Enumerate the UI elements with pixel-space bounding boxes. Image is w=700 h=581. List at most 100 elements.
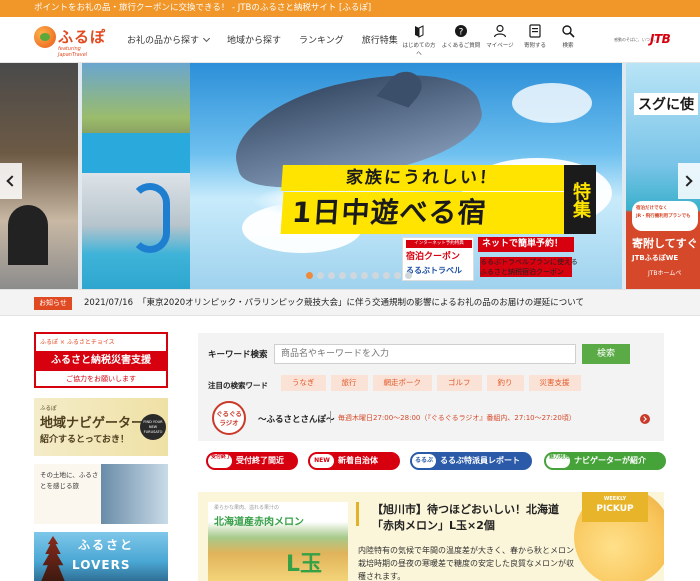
hero-slide-active[interactable]: 家族にうれしい！ 1日中遊べる宿 特集 インターネット予約特典 宿泊クーポン る…	[82, 63, 622, 289]
navigator-intro-button[interactable]: 魅力発見 ナビゲーターが紹介	[544, 452, 666, 470]
util-label: 検索	[562, 43, 574, 49]
hero-title-top: 家族にうれしい！	[281, 165, 573, 191]
radio-seal-icon: ぐるぐる ラジオ	[212, 401, 246, 435]
chevron-right-icon	[681, 175, 693, 187]
pill-tag: 魅力発見	[546, 454, 570, 468]
carousel-dot[interactable]	[372, 272, 379, 279]
nav-item-travel[interactable]: 旅行特集	[362, 33, 398, 46]
jtb-brand[interactable]: 感動のそばに、いつも。 JTB	[614, 31, 694, 49]
nav-item-label: 地域から探す	[227, 36, 282, 46]
nav-item-label: 旅行特集	[361, 36, 398, 46]
logo-subtitle: featuring JapanTravel	[58, 46, 88, 58]
util-label: はじめての方へ	[402, 43, 436, 57]
keyword-tag[interactable]: 網走ポーク	[372, 375, 432, 391]
nav-item-label: お礼の品から探す	[127, 36, 200, 46]
util-faq[interactable]: ? よくあるご質問	[439, 24, 483, 57]
rurubu-report-button[interactable]: るるぶ るるぶ特派員レポート	[410, 452, 532, 470]
site-header: ふるぽ featuring JapanTravel お礼の品から探す 地域から探…	[0, 17, 700, 63]
hero-promo: ネットで簡単予約！ るるぶトラベルプランに使える ふるさと納税宿泊クーポン	[478, 237, 616, 281]
product-title: 【旭川市】待つほどおいしい！北海道「赤肉メロン」L玉×2個	[372, 503, 559, 532]
carousel-dot[interactable]	[339, 272, 346, 279]
keyword-search-label: キーワード検索	[208, 350, 268, 360]
logo-name: ふるぽ	[58, 28, 107, 46]
news-strip: お知らせ 2021/07/16 「東京2020オリンピック・パラリンピック競技大…	[0, 289, 700, 316]
search-panel: キーワード検索 検索 注目の検索ワード うなぎ 旅行 網走ポーク ゴルフ 釣り …	[198, 333, 664, 441]
hero-title-main: 1日中遊べる宿	[280, 192, 574, 234]
radio-program-link[interactable]: ぐるぐる ラジオ 〜ふるさとさんぽ〜 毎週木曜日27:00〜28:00（『ぐるぐる…	[212, 401, 652, 435]
carousel-dot[interactable]	[361, 272, 368, 279]
util-beginner[interactable]: はじめての方へ	[400, 24, 438, 57]
question-icon: ?	[455, 25, 467, 38]
util-label: 寄附する	[523, 43, 546, 49]
nav-item-gifts[interactable]: お礼の品から探す	[127, 33, 211, 46]
hot-keyword-tags: うなぎ 旅行 網走ポーク ゴルフ 釣り 災害支援	[281, 375, 586, 391]
carousel-dot[interactable]	[350, 272, 357, 279]
pill-label: 新着自治体	[338, 456, 378, 465]
global-nav: お礼の品から探す 地域から探す ランキング 旅行特集	[127, 33, 416, 46]
promo-headline: ネットで簡単予約！	[478, 237, 574, 252]
article-banner[interactable]: その土地に、ふるさとを感じる旅	[34, 464, 168, 524]
pagoda-image	[41, 536, 65, 581]
util-donate[interactable]: 寄附する	[517, 24, 553, 57]
keyword-tag[interactable]: 釣り	[486, 375, 524, 391]
hot-keywords-label: 注目の検索ワード	[208, 381, 268, 390]
coupon-title: 宿泊クーポン	[406, 252, 461, 262]
pill-label: るるぶ特派員レポート	[440, 456, 520, 465]
melon-product-image: 柔らかな果肉、溢れる果汁の 北海道産赤肉メロン L玉	[208, 502, 348, 581]
donate-icon	[529, 24, 541, 38]
keyword-search-input[interactable]	[274, 344, 576, 364]
carousel-dot[interactable]	[383, 272, 390, 279]
site-logo[interactable]: ふるぽ featuring JapanTravel	[34, 24, 110, 58]
carousel-dots	[306, 272, 416, 279]
keyword-tag[interactable]: 災害支援	[528, 375, 581, 391]
utility-nav: はじめての方へ ? よくあるご質問 マイページ 寄附する 検索	[400, 24, 583, 57]
radio-schedule: 毎週木曜日27:00〜28:00（『ぐるぐるラジオ』番組内、27:10〜27:2…	[338, 414, 576, 422]
nav-item-regions[interactable]: 地域から探す	[227, 33, 281, 46]
search-button[interactable]: 検索	[582, 344, 630, 364]
disaster-support-banner[interactable]: ふるぽ × ふるさとチョイス ふるさと納税災害支援 ご協力をお願いします	[34, 332, 168, 388]
util-mypage[interactable]: マイページ	[484, 24, 516, 57]
carousel-prev-button[interactable]	[0, 163, 22, 199]
keyword-tag[interactable]: ゴルフ	[437, 375, 482, 391]
carousel-next-button[interactable]	[678, 163, 700, 199]
navigator-banner[interactable]: ふるぽ 地域ナビゲーターが 紹介するとっておき！ FIND YOUR NEW F…	[34, 398, 168, 456]
logo-mark-icon	[34, 26, 56, 48]
pill-label: ナビゲーターが紹介	[574, 456, 646, 465]
carousel-dot[interactable]	[394, 272, 401, 279]
coupon-ribbon: インターネット予約特典	[406, 240, 472, 248]
carousel-dot[interactable]	[317, 272, 324, 279]
carousel-dot[interactable]	[306, 272, 313, 279]
hero-carousel: 家族にうれしい！ 1日中遊べる宿 特集 インターネット予約特典 宿泊クーポン る…	[0, 63, 700, 289]
arrow-right-circle-icon	[640, 414, 650, 424]
beginner-mark-icon	[415, 25, 424, 38]
keyword-tag[interactable]: 旅行	[330, 375, 368, 391]
keyword-tag[interactable]: うなぎ	[281, 375, 326, 391]
news-label: お知らせ	[34, 297, 72, 310]
navigator-badge: FIND YOUR NEW FURUSATO	[140, 414, 166, 440]
nav-item-label: ランキング	[299, 36, 344, 46]
search-icon	[562, 25, 575, 38]
weekly-pickup-badge: WEEKLY PICKUP	[582, 492, 648, 522]
lovers-banner[interactable]: ふるさと LOVERS	[34, 532, 168, 581]
promo-text: るるぶトラベルプランに使える ふるさと納税宿泊クーポン	[480, 257, 578, 277]
util-search[interactable]: 検索	[554, 24, 582, 57]
product-description: 内陸特有の気候で年間の温度差が大きく、春から秋とメロン栽培時期の昼夜の寒暖差で糖…	[358, 546, 574, 581]
pill-label: 受付終了間近	[236, 456, 284, 465]
ending-soon-button[interactable]: 受付終了 受付終了間近	[206, 452, 298, 470]
pill-tag: NEW	[310, 454, 334, 468]
user-icon	[493, 24, 507, 38]
carousel-dot[interactable]	[328, 272, 335, 279]
nav-item-ranking[interactable]: ランキング	[299, 33, 344, 46]
news-date: 2021/07/16	[84, 298, 133, 308]
carousel-dot[interactable]	[405, 272, 412, 279]
news-link[interactable]: 「東京2020オリンピック・パラリンピック競技大会」に伴う交通規制の影響によるお…	[138, 297, 584, 310]
pill-tag: 受付終了	[208, 454, 232, 468]
new-municipalities-button[interactable]: NEW 新着自治体	[308, 452, 400, 470]
util-label: マイページ	[486, 43, 514, 49]
top-announcement-text: ポイントをお礼の品・旅行クーポンに交換できる！ - JTBのふるさと納税サイト …	[34, 3, 372, 13]
pill-tag: るるぶ	[412, 454, 436, 468]
svg-text:?: ?	[459, 28, 464, 38]
category-pill-buttons: 受付終了 受付終了間近 NEW 新着自治体 るるぶ るるぶ特派員レポート 魅力発…	[206, 452, 666, 472]
water-slide-photo	[82, 173, 190, 289]
weekly-pickup-card[interactable]: 柔らかな果肉、溢れる果汁の 北海道産赤肉メロン L玉 【旭川市】待つほどおいしい…	[198, 492, 664, 581]
